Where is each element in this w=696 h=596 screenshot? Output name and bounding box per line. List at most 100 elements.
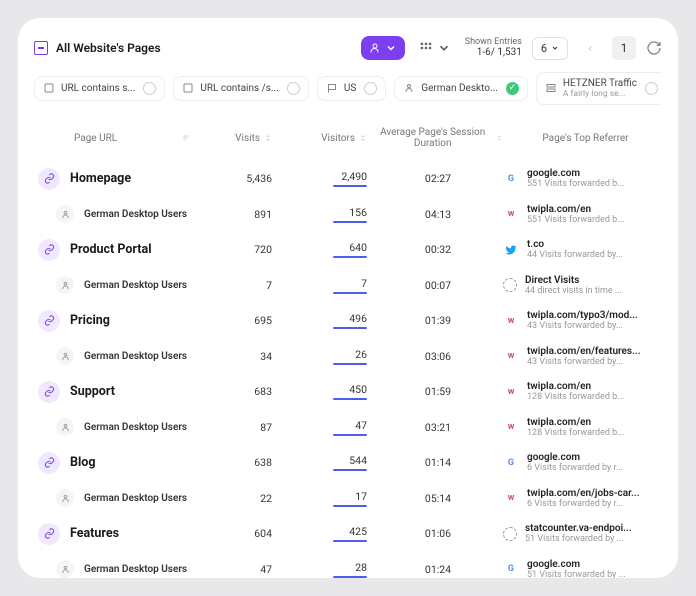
table-row[interactable]: German Desktop Users342603:06wtwipla.com… bbox=[34, 339, 662, 374]
referrer-cell: Ggoogle.com551 Visits forwarded b... bbox=[503, 168, 668, 189]
visits-value: 34 bbox=[198, 350, 278, 363]
visitors-bar bbox=[333, 540, 367, 542]
link-icon bbox=[38, 239, 60, 261]
table-row[interactable]: Features60442501:06statcounter.va-endpoi… bbox=[34, 516, 662, 552]
referrer-detail: 43 Visits forwarded by... bbox=[527, 321, 638, 331]
visits-value: 683 bbox=[198, 385, 278, 398]
page-name: Homepage bbox=[70, 171, 131, 186]
link-icon bbox=[38, 168, 60, 190]
referrer-cell: w twipla.com/en551 Visits forwarded b... bbox=[503, 204, 668, 225]
segment-user-icon bbox=[56, 205, 74, 223]
filter-chip[interactable]: URL contains s... bbox=[34, 76, 165, 101]
visitors-cell: 496 bbox=[278, 312, 373, 329]
filter-chip[interactable]: US bbox=[317, 76, 386, 101]
visitors-cell: 17 bbox=[278, 490, 373, 507]
topbar: All Website's Pages Shown Entries 1-6/ 1… bbox=[34, 36, 662, 60]
visitors-value: 26 bbox=[355, 348, 367, 361]
table-row[interactable]: Homepage5,4362,49002:27Ggoogle.com551 Vi… bbox=[34, 161, 662, 197]
col-referrer: Page's Top Referrer bbox=[503, 133, 668, 144]
twipla-icon: w bbox=[503, 384, 519, 400]
referrer-cell: statcounter.va-endpoi...51 Visits forwar… bbox=[503, 523, 668, 544]
visitors-bar bbox=[333, 434, 367, 436]
google-icon: G bbox=[503, 561, 519, 577]
visitors-bar bbox=[333, 398, 367, 400]
table-row[interactable]: German Desktop Users7700:07Direct Visits… bbox=[34, 268, 662, 303]
filter-chip[interactable]: URL contains /s... bbox=[173, 76, 308, 101]
filter-chip[interactable]: German Deskto...✓ bbox=[394, 76, 528, 101]
duration-value: 03:21 bbox=[373, 421, 503, 434]
chip-remove[interactable] bbox=[364, 82, 377, 95]
link-icon bbox=[38, 381, 60, 403]
referrer-name: twipla.com/en bbox=[527, 204, 624, 215]
page-size-select[interactable]: 6 bbox=[532, 37, 568, 60]
referrer-detail: 128 Visits forwarded b... bbox=[527, 392, 624, 402]
referrer-cell: wtwipla.com/en/jobs-car...6 Visits forwa… bbox=[503, 488, 668, 509]
referrer-name: twipla.com/en/features... bbox=[527, 346, 641, 357]
referrer-detail: 44 direct visits in time ... bbox=[525, 286, 622, 296]
url-cell: German Desktop Users bbox=[38, 489, 198, 507]
view-toggle[interactable] bbox=[415, 37, 455, 59]
referrer-cell: wtwipla.com/en128 Visits forwarded b... bbox=[503, 381, 668, 402]
referrer-name: google.com bbox=[527, 452, 623, 463]
pager-prev[interactable]: ‹ bbox=[578, 36, 602, 60]
table-row[interactable]: Product Portal72064000:32t.co44 Visits f… bbox=[34, 232, 662, 268]
filter-chip[interactable]: HETZNER TrafficA fairly long se... bbox=[536, 72, 662, 105]
chip-remove[interactable] bbox=[287, 82, 300, 95]
table-row[interactable]: German Desktop Users472801:24Ggoogle.com… bbox=[34, 552, 662, 579]
reload-icon[interactable] bbox=[646, 40, 662, 56]
visitors-value: 7 bbox=[361, 277, 367, 290]
url-cell: Homepage bbox=[38, 168, 198, 190]
filter-icon bbox=[43, 82, 55, 94]
referrer-detail: 551 Visits forwarded b... bbox=[527, 215, 624, 225]
table-body: Homepage5,4362,49002:27Ggoogle.com551 Vi… bbox=[34, 161, 662, 579]
col-url[interactable]: Page URL bbox=[38, 133, 198, 144]
visits-value: 22 bbox=[198, 492, 278, 505]
referrer-name: twipla.com/en/jobs-car... bbox=[527, 488, 640, 499]
duration-value: 01:06 bbox=[373, 527, 503, 540]
visits-value: 695 bbox=[198, 314, 278, 327]
table-row[interactable]: Blog63854401:14Ggoogle.com6 Visits forwa… bbox=[34, 445, 662, 481]
col-duration[interactable]: Average Page's Session Duration bbox=[373, 127, 503, 150]
visitors-cell: 47 bbox=[278, 419, 373, 436]
visitors-bar bbox=[333, 363, 367, 365]
referrer-detail: 6 Visits forwarded by r... bbox=[527, 463, 623, 473]
referrer-detail: 6 Visits forwarded by r... bbox=[527, 499, 640, 509]
referrer-name: statcounter.va-endpoi... bbox=[525, 523, 632, 534]
col-visitors[interactable]: Visitors bbox=[278, 133, 373, 144]
table-row[interactable]: Pricing69549601:39wtwipla.com/typo3/mod.… bbox=[34, 303, 662, 339]
page-name: German Desktop Users bbox=[84, 422, 187, 433]
visitors-value: 640 bbox=[349, 241, 367, 254]
col-visits[interactable]: Visits bbox=[198, 133, 278, 144]
sort-icon bbox=[264, 134, 272, 142]
duration-value: 04:13 bbox=[373, 208, 503, 221]
duration-value: 00:07 bbox=[373, 279, 503, 292]
visitors-cell: 156 bbox=[278, 206, 373, 223]
pager-current: 1 bbox=[612, 36, 636, 60]
segment-button[interactable] bbox=[361, 36, 405, 60]
table-row[interactable]: German Desktop Users874703:21wtwipla.com… bbox=[34, 410, 662, 445]
twipla-icon: w bbox=[503, 206, 519, 222]
page-name: German Desktop Users bbox=[84, 351, 187, 362]
chip-remove[interactable] bbox=[143, 82, 156, 95]
segment-user-icon bbox=[56, 418, 74, 436]
visitors-cell: 450 bbox=[278, 383, 373, 400]
page-name: Support bbox=[70, 384, 115, 399]
visits-value: 604 bbox=[198, 527, 278, 540]
visitors-bar bbox=[333, 221, 367, 223]
referrer-name: twipla.com/en bbox=[527, 417, 624, 428]
referrer-cell: Ggoogle.com6 Visits forwarded by r... bbox=[503, 452, 668, 473]
chip-remove[interactable] bbox=[645, 82, 658, 95]
page-name: German Desktop Users bbox=[84, 564, 187, 575]
analytics-card: All Website's Pages Shown Entries 1-6/ 1… bbox=[18, 18, 678, 578]
visitors-bar bbox=[333, 292, 367, 294]
page-title: All Website's Pages bbox=[56, 41, 161, 55]
link-icon bbox=[38, 452, 60, 474]
table-row[interactable]: German Desktop Users89115604:13wtwipla.c… bbox=[34, 197, 662, 232]
page-name: German Desktop Users bbox=[84, 280, 187, 291]
table-row[interactable]: German Desktop Users221705:14wtwipla.com… bbox=[34, 481, 662, 516]
pages-icon bbox=[34, 41, 48, 55]
page-name: Features bbox=[70, 526, 119, 541]
visits-value: 7 bbox=[198, 279, 278, 292]
segment-user-icon bbox=[56, 276, 74, 294]
table-row[interactable]: Support68345001:59wtwipla.com/en128 Visi… bbox=[34, 374, 662, 410]
